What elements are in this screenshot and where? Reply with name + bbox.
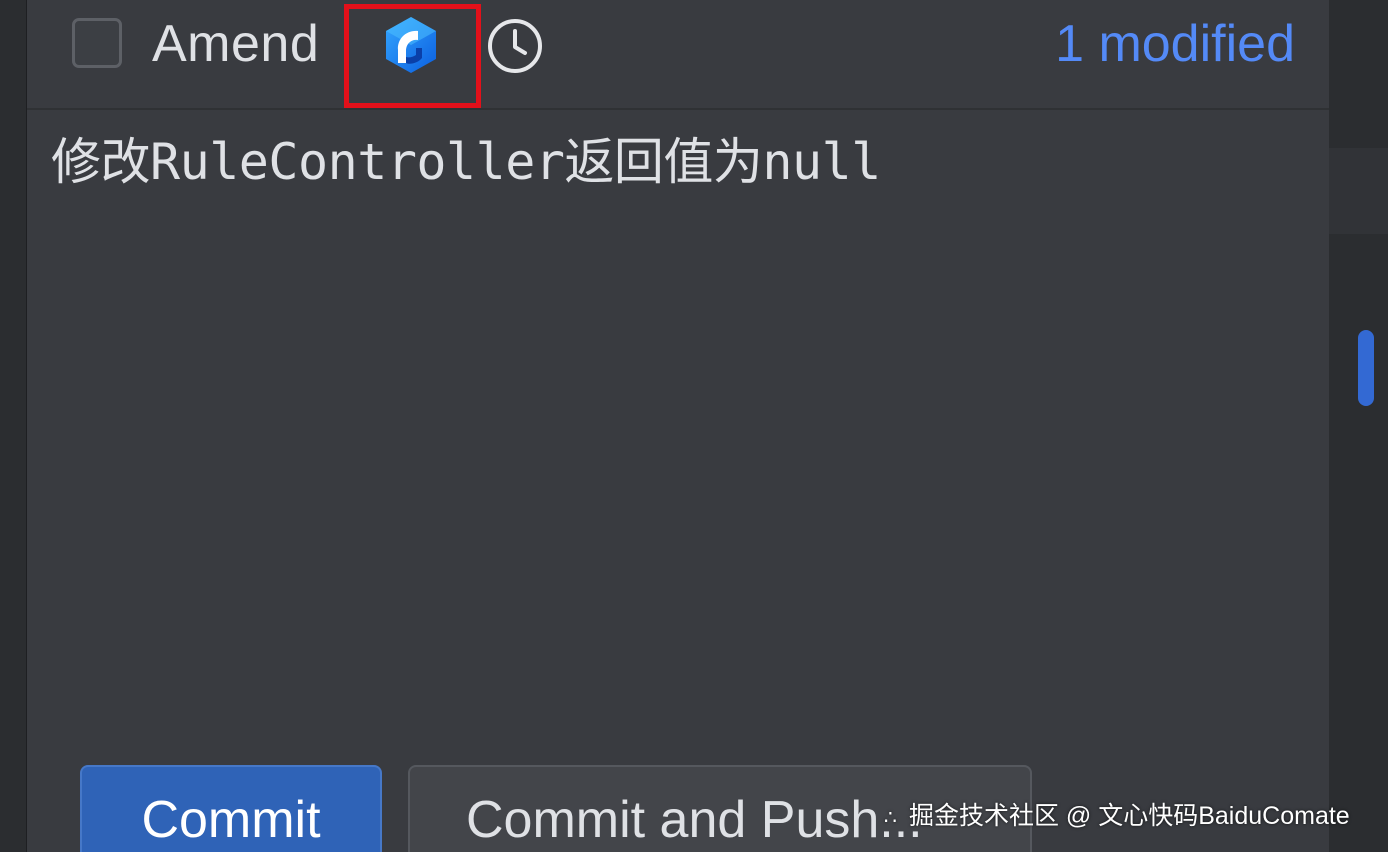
commit-panel: Amend 1 modified 修改RuleController返回值为nul…: [27, 0, 1329, 852]
right-side-band: [1329, 148, 1388, 234]
clock-icon[interactable]: [486, 17, 544, 75]
commit-message-editor[interactable]: 修改RuleController返回值为null: [27, 110, 1329, 750]
commit-message-text: 修改RuleController返回值为null: [51, 133, 881, 191]
modified-files-link[interactable]: 1 modified: [1055, 14, 1295, 74]
watermark-logo-icon: ∴: [884, 807, 897, 829]
watermark: ∴ 掘金技术社区 @ 文心快码BaiduComate: [884, 796, 1350, 836]
baidu-comate-icon[interactable]: [380, 14, 442, 76]
amend-label: Amend: [152, 15, 320, 73]
right-side-strip: [1329, 0, 1388, 852]
scrollbar-thumb[interactable]: [1358, 330, 1374, 406]
watermark-text: 掘金技术社区 @ 文心快码BaiduComate: [908, 802, 1350, 830]
commit-toolbar: Amend 1 modified: [27, 0, 1329, 110]
commit-button[interactable]: Commit: [80, 765, 382, 852]
left-gutter: [0, 0, 27, 852]
commit-tool-window: Amend 1 modified 修改RuleController返回值为nul…: [0, 0, 1388, 852]
amend-checkbox[interactable]: [72, 18, 122, 68]
